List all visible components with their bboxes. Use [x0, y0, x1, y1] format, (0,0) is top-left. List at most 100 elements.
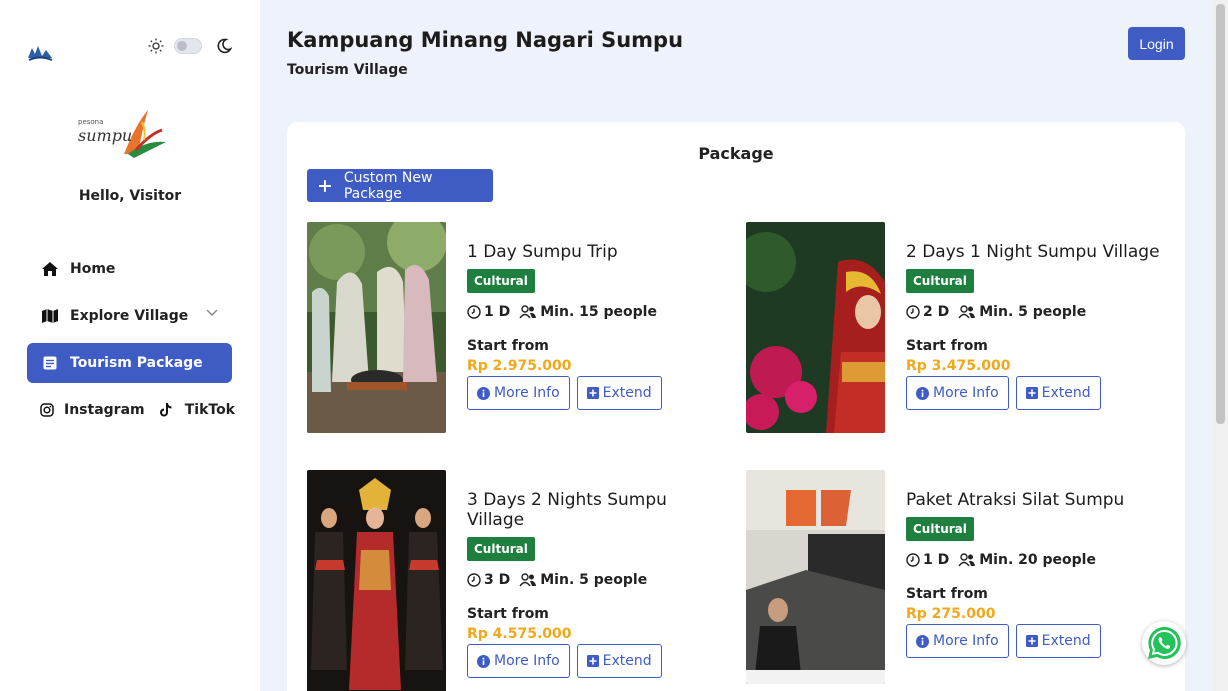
- scrollbar-thumb[interactable]: [1216, 4, 1225, 424]
- package-actions: More Info Extend: [467, 644, 727, 678]
- village-logo-icon[interactable]: [26, 40, 54, 62]
- plus-square-icon: [586, 655, 599, 667]
- extend-label: Extend: [1041, 385, 1091, 401]
- package-photo[interactable]: [746, 222, 885, 433]
- info-icon: [916, 386, 929, 400]
- package-actions: More Info Extend: [906, 624, 1166, 658]
- extend-button[interactable]: Extend: [576, 644, 662, 678]
- package-info: 1 Day Sumpu Trip Cultural 1 D Min. 15 pe…: [467, 242, 727, 410]
- custom-new-package-label: Custom New Package: [343, 169, 433, 202]
- brand-small-text: pesona: [78, 118, 104, 126]
- sidebar-item-instagram[interactable]: Instagram: [27, 390, 145, 430]
- package-duration: 2 D: [923, 304, 950, 320]
- package-photo[interactable]: [307, 222, 446, 433]
- sidebar-item-explore-village[interactable]: Explore Village: [27, 296, 232, 336]
- tiktok-icon: [158, 402, 175, 418]
- plus-square-icon: [1025, 387, 1038, 399]
- more-info-label: More Info: [494, 385, 560, 401]
- sun-icon: [148, 38, 164, 54]
- package-min-people: Min. 5 people: [540, 572, 648, 588]
- sidebar-item-label: Tourism Package: [70, 355, 203, 371]
- whatsapp-button[interactable]: [1142, 621, 1186, 665]
- package-icon: [40, 356, 60, 370]
- page-title: Kampuang Minang Nagari Sumpu: [287, 28, 684, 52]
- start-from-label: Start from: [906, 586, 988, 602]
- package-price: Rp 4.575.000: [467, 626, 572, 642]
- package-photo[interactable]: [746, 470, 885, 684]
- package-actions: More Info Extend: [906, 376, 1166, 410]
- sidebar-item-label: Home: [70, 261, 116, 277]
- package-name[interactable]: 3 Days 2 Nights Sumpu Village: [467, 490, 727, 530]
- moon-icon: [217, 38, 232, 54]
- greeting: Hello, Visitor: [78, 188, 182, 204]
- package-meta: 1 D Min. 20 people: [906, 552, 1166, 568]
- category-badge: Cultural: [906, 517, 974, 541]
- login-button[interactable]: Login: [1128, 27, 1185, 60]
- package-price: Rp 2.975.000: [467, 358, 572, 374]
- package-item: 3 Days 2 Nights Sumpu Village Cultural 3…: [307, 470, 727, 691]
- custom-new-package-button[interactable]: Custom New Package: [307, 169, 493, 202]
- plus-square-icon: [586, 387, 599, 399]
- package-actions: More Info Extend: [467, 376, 727, 410]
- more-info-button[interactable]: More Info: [906, 624, 1009, 658]
- more-info-button[interactable]: More Info: [467, 376, 570, 410]
- users-icon: [519, 573, 537, 587]
- extend-button[interactable]: Extend: [1015, 624, 1101, 658]
- page-subtitle: Tourism Village: [287, 62, 408, 78]
- more-info-label: More Info: [933, 385, 999, 401]
- more-info-button[interactable]: More Info: [906, 376, 1009, 410]
- package-item: 1 Day Sumpu Trip Cultural 1 D Min. 15 pe…: [307, 222, 727, 442]
- package-duration: 1 D: [923, 552, 950, 568]
- clock-icon: [467, 305, 481, 319]
- more-info-button[interactable]: More Info: [467, 644, 570, 678]
- package-meta: 3 D Min. 5 people: [467, 572, 727, 588]
- dark-mode-toggle[interactable]: [174, 38, 202, 54]
- package-meta: 2 D Min. 5 people: [906, 304, 1166, 320]
- info-icon: [916, 634, 929, 648]
- package-min-people: Min. 20 people: [979, 552, 1096, 568]
- users-icon: [519, 305, 537, 319]
- users-icon: [958, 305, 976, 319]
- package-item: Paket Atraksi Silat Sumpu Cultural 1 D M…: [746, 470, 1166, 691]
- package-duration: 1 D: [484, 304, 511, 320]
- extend-label: Extend: [1041, 633, 1091, 649]
- brand-word: sumpu: [78, 126, 133, 145]
- package-info: Paket Atraksi Silat Sumpu Cultural 1 D M…: [906, 490, 1166, 658]
- start-from-label: Start from: [906, 338, 988, 354]
- page-scrollbar[interactable]: [1213, 0, 1228, 691]
- start-from-label: Start from: [467, 338, 549, 354]
- package-photo[interactable]: [307, 470, 446, 691]
- sidebar-item-label: TikTok: [184, 402, 235, 418]
- package-name[interactable]: 2 Days 1 Night Sumpu Village: [906, 242, 1166, 262]
- package-min-people: Min. 5 people: [979, 304, 1087, 320]
- extend-button[interactable]: Extend: [1015, 376, 1101, 410]
- card-title: Package: [698, 144, 774, 163]
- package-price: Rp 3.475.000: [906, 358, 1011, 374]
- category-badge: Cultural: [467, 537, 535, 561]
- home-icon: [40, 261, 60, 277]
- sidebar-item-home[interactable]: Home: [27, 249, 232, 289]
- extend-button[interactable]: Extend: [576, 376, 662, 410]
- users-icon: [958, 553, 976, 567]
- sidebar-item-label: Explore Village: [70, 308, 189, 324]
- plus-icon: [319, 179, 331, 192]
- extend-label: Extend: [602, 385, 652, 401]
- whatsapp-icon: [1148, 626, 1181, 659]
- package-card: Package Custom New Package 1 Day Sumpu T…: [287, 122, 1185, 691]
- info-icon: [477, 386, 490, 400]
- chevron-down-icon[interactable]: [206, 309, 218, 317]
- more-info-label: More Info: [933, 633, 999, 649]
- package-name[interactable]: 1 Day Sumpu Trip: [467, 242, 727, 262]
- package-meta: 1 D Min. 15 people: [467, 304, 727, 320]
- sidebar-item-tourism-package[interactable]: Tourism Package: [27, 343, 232, 383]
- sidebar-item-tiktok[interactable]: TikTok: [145, 390, 235, 430]
- package-name[interactable]: Paket Atraksi Silat Sumpu: [906, 490, 1166, 510]
- clock-icon: [906, 553, 920, 567]
- info-icon: [477, 654, 490, 668]
- map-icon: [40, 308, 60, 324]
- instagram-icon: [40, 403, 54, 417]
- package-info: 2 Days 1 Night Sumpu Village Cultural 2 …: [906, 242, 1166, 410]
- package-info: 3 Days 2 Nights Sumpu Village Cultural 3…: [467, 490, 727, 678]
- clock-icon: [467, 573, 481, 587]
- theme-switch: [148, 38, 232, 54]
